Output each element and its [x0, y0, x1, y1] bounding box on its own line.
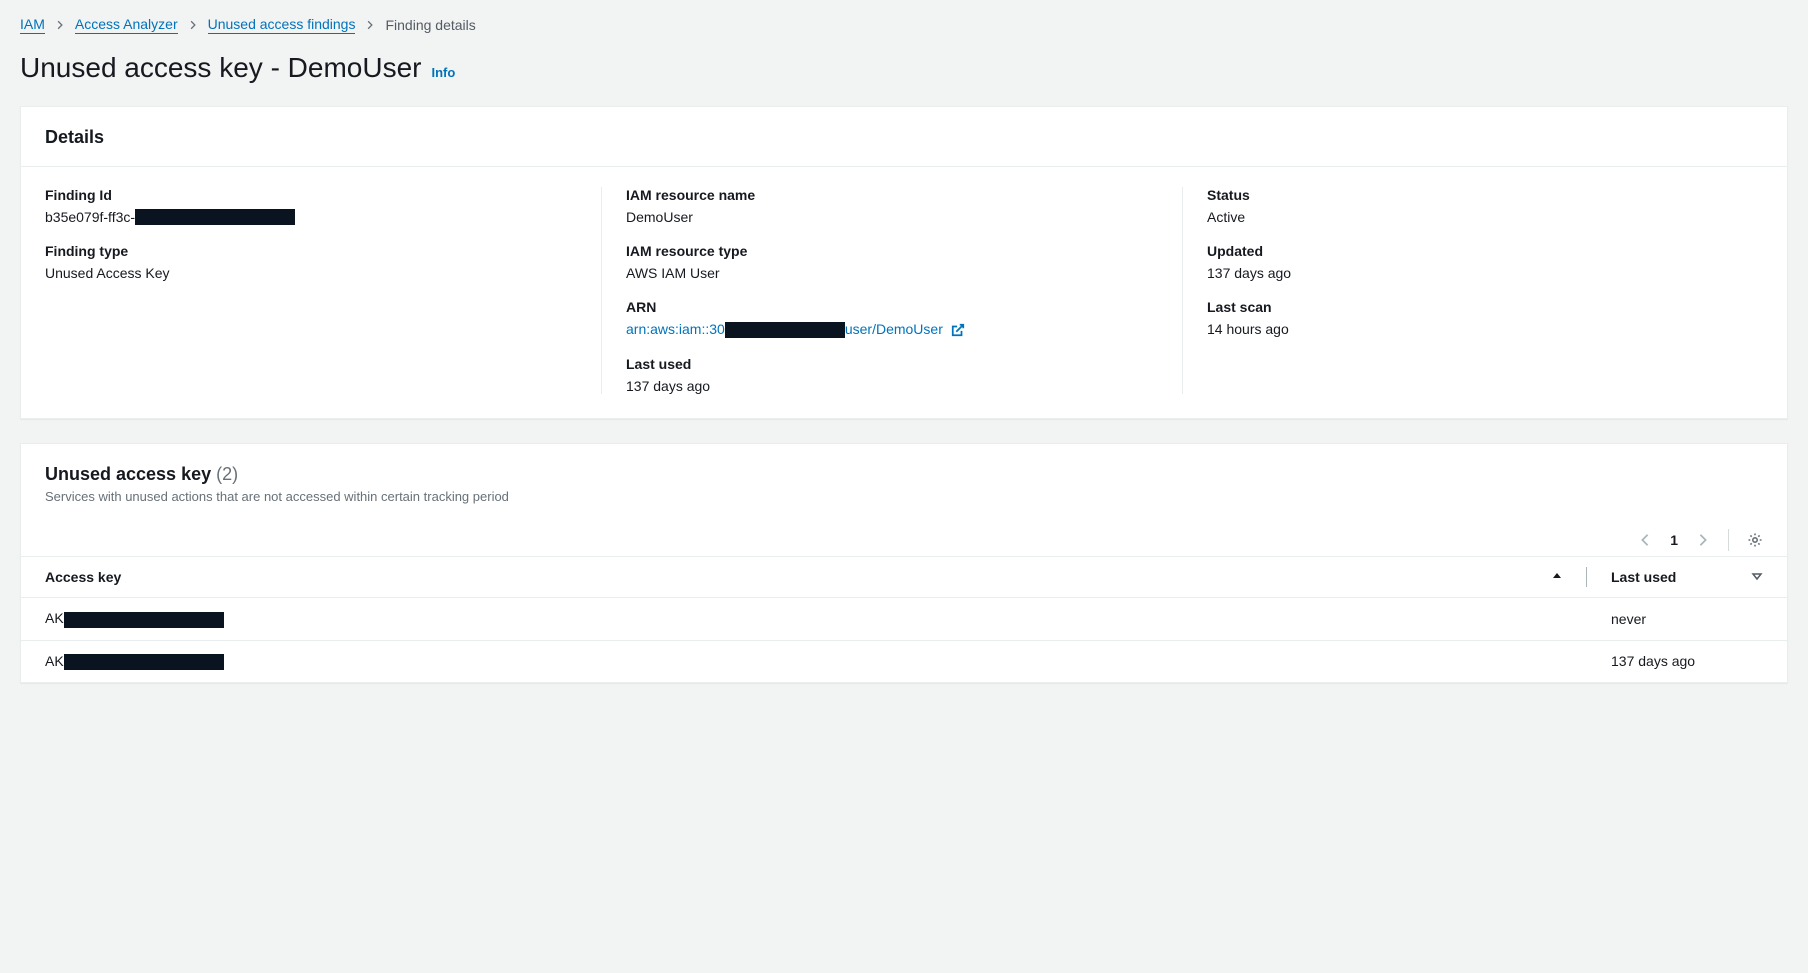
- details-panel: Details Finding Id b35e079f-ff3c- Findin…: [20, 106, 1788, 419]
- iam-resource-name-label: IAM resource name: [626, 187, 1158, 203]
- external-link-icon[interactable]: [951, 323, 965, 337]
- redacted-block: [64, 612, 224, 628]
- preferences-button[interactable]: [1743, 528, 1767, 552]
- page-title: Unused access key - DemoUser Info: [20, 52, 1788, 84]
- access-keys-table: Access key Last used: [21, 556, 1787, 682]
- toolbar-divider: [1728, 529, 1729, 551]
- last-scan-label: Last scan: [1207, 299, 1739, 315]
- table-row: AK 137 days ago: [21, 640, 1787, 682]
- chevron-right-icon: [365, 17, 375, 33]
- col-last-used[interactable]: Last used: [1587, 557, 1787, 598]
- info-link[interactable]: Info: [431, 65, 455, 80]
- breadcrumb: IAM Access Analyzer Unused access findin…: [20, 16, 1788, 34]
- access-keys-panel: Unused access key (2) Services with unus…: [20, 443, 1788, 683]
- finding-id-value: b35e079f-ff3c-: [45, 209, 577, 225]
- access-key-cell: AK: [21, 598, 1587, 640]
- iam-resource-type-label: IAM resource type: [626, 243, 1158, 259]
- access-key-cell: AK: [21, 640, 1587, 682]
- breadcrumb-link-unused-access-findings[interactable]: Unused access findings: [208, 16, 356, 34]
- next-page-button[interactable]: [1692, 529, 1714, 551]
- access-keys-subtitle: Services with unused actions that are no…: [45, 489, 1763, 504]
- access-keys-count: (2): [216, 464, 238, 484]
- sort-icon: [1751, 569, 1763, 585]
- access-keys-heading: Unused access key (2): [45, 464, 1763, 485]
- chevron-right-icon: [188, 17, 198, 33]
- last-used-cell: never: [1587, 598, 1787, 640]
- table-toolbar: 1: [21, 522, 1787, 556]
- details-heading: Details: [45, 127, 1763, 148]
- finding-id-label: Finding Id: [45, 187, 577, 203]
- arn-value: arn:aws:iam::30user/DemoUser: [626, 321, 1158, 338]
- arn-label: ARN: [626, 299, 1158, 315]
- breadcrumb-link-access-analyzer[interactable]: Access Analyzer: [75, 16, 178, 34]
- sort-asc-icon: [1551, 569, 1563, 585]
- chevron-right-icon: [55, 17, 65, 33]
- iam-resource-name-value: DemoUser: [626, 209, 1158, 225]
- breadcrumb-current: Finding details: [385, 17, 475, 33]
- col-access-key[interactable]: Access key: [21, 557, 1587, 598]
- redacted-block: [64, 654, 224, 670]
- status-label: Status: [1207, 187, 1739, 203]
- redacted-block: [725, 322, 845, 338]
- finding-type-value: Unused Access Key: [45, 265, 577, 281]
- finding-type-label: Finding type: [45, 243, 577, 259]
- arn-link[interactable]: arn:aws:iam::30user/DemoUser: [626, 321, 943, 338]
- iam-resource-type-value: AWS IAM User: [626, 265, 1158, 281]
- status-value: Active: [1207, 209, 1739, 225]
- redacted-block: [135, 209, 295, 225]
- last-used-value: 137 days ago: [626, 378, 1158, 394]
- updated-value: 137 days ago: [1207, 265, 1739, 281]
- updated-label: Updated: [1207, 243, 1739, 259]
- last-used-cell: 137 days ago: [1587, 640, 1787, 682]
- prev-page-button[interactable]: [1634, 529, 1656, 551]
- last-used-label: Last used: [626, 356, 1158, 372]
- table-row: AK never: [21, 598, 1787, 640]
- last-scan-value: 14 hours ago: [1207, 321, 1739, 337]
- breadcrumb-link-iam[interactable]: IAM: [20, 16, 45, 34]
- page-number: 1: [1670, 532, 1678, 548]
